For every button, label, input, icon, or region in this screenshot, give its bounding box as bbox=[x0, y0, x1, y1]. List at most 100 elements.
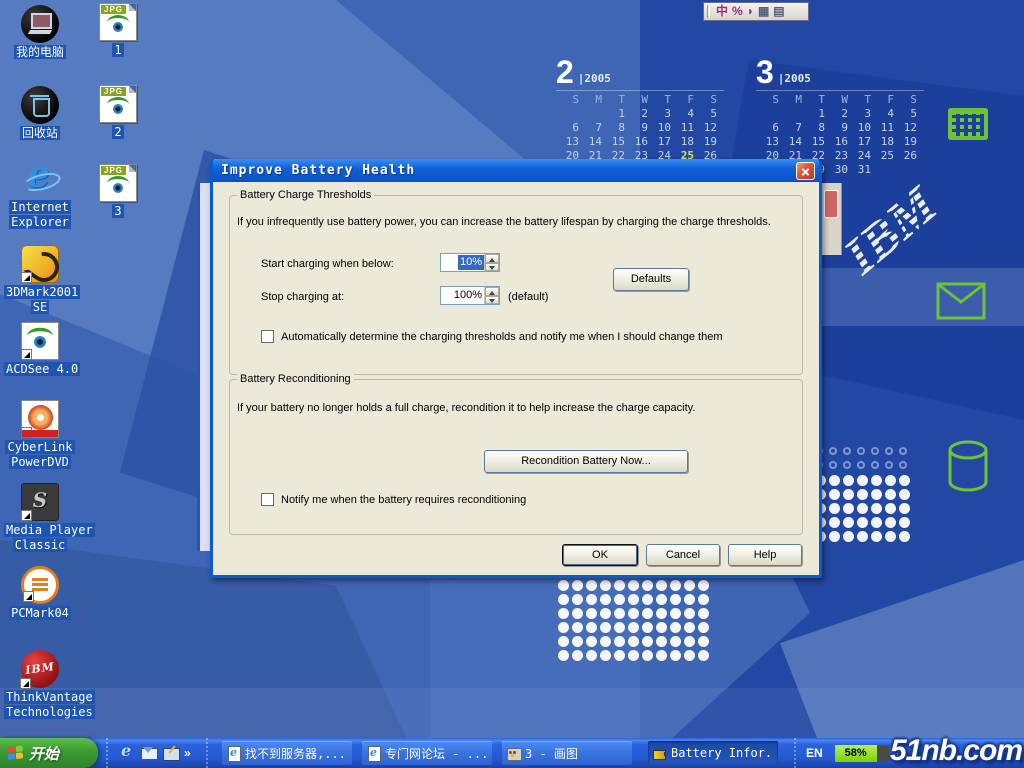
windows-logo-icon bbox=[8, 745, 24, 762]
punctuation-icon[interactable]: ◗ bbox=[747, 3, 754, 20]
calendar-day: 3 bbox=[648, 107, 671, 121]
ie-page-icon bbox=[226, 746, 241, 761]
desktop-icon-my-computer[interactable]: 我的电脑 bbox=[4, 5, 76, 60]
calendar-day: 17 bbox=[648, 135, 671, 149]
battery-meter[interactable]: 58% bbox=[835, 745, 889, 762]
calendar-day: 5 bbox=[694, 107, 717, 121]
mpc-icon: S bbox=[21, 483, 59, 521]
calendar-day bbox=[756, 107, 779, 121]
desktop-icon-acdsee[interactable]: ACDSee 4.0 bbox=[4, 322, 76, 377]
calendar-day: 12 bbox=[694, 121, 717, 135]
my-computer-icon bbox=[21, 5, 59, 43]
close-icon[interactable] bbox=[796, 162, 815, 180]
language-indicator[interactable]: EN bbox=[806, 746, 823, 760]
calendar-day: 18 bbox=[871, 135, 894, 149]
quicklaunch-mail-icon[interactable] bbox=[140, 744, 158, 762]
desktop-icon-jpg-1[interactable]: JPG1 bbox=[82, 3, 154, 58]
jpg-file-icon: JPG bbox=[99, 85, 137, 123]
help-button[interactable]: Help bbox=[728, 544, 802, 566]
defaults-button[interactable]: Defaults bbox=[613, 268, 689, 291]
ok-button[interactable]: OK bbox=[562, 544, 638, 566]
auto-determine-checkbox[interactable] bbox=[261, 330, 274, 343]
start-charging-spinner[interactable]: 10% bbox=[440, 253, 500, 272]
stop-charging-value[interactable]: 100% bbox=[441, 287, 484, 304]
desktop-icon-powerdvd[interactable]: CyberLinkPowerDVD bbox=[4, 400, 76, 470]
notify-reconditioning-checkbox[interactable] bbox=[261, 493, 274, 506]
quicklaunch-ie-icon[interactable] bbox=[118, 744, 136, 762]
calendar-day: 7 bbox=[579, 121, 602, 135]
ime-grip[interactable] bbox=[707, 5, 710, 18]
start-button-label: 开始 bbox=[29, 743, 59, 764]
calendar-day: 9 bbox=[625, 121, 648, 135]
notify-reconditioning-checkbox-label: Notify me when the battery requires reco… bbox=[281, 494, 526, 506]
desktop-icon-3dmark[interactable]: 3DMark2001SE bbox=[4, 245, 76, 315]
stop-charging-spinner[interactable]: 100% bbox=[440, 286, 500, 305]
task-label: 3 - 画图 bbox=[525, 745, 578, 762]
calendar-day: 8 bbox=[802, 121, 825, 135]
dialog-title: Improve Battery Health bbox=[221, 163, 796, 178]
desktop-icon-label: 1 bbox=[82, 43, 154, 58]
desktop-icon-label: 3DMark2001SE bbox=[4, 285, 76, 315]
calendar-day: 2 bbox=[825, 107, 848, 121]
acdsee-icon bbox=[21, 322, 59, 360]
spin-down-icon[interactable] bbox=[485, 296, 499, 305]
calendar-day: 19 bbox=[694, 135, 717, 149]
wallpaper-keypad-icon bbox=[948, 108, 988, 140]
group1-description: If you infrequently use battery power, y… bbox=[237, 216, 771, 228]
calendar-day: 7 bbox=[779, 121, 802, 135]
desktop-icon-jpg-2[interactable]: JPG2 bbox=[82, 85, 154, 140]
tray-status-icon[interactable] bbox=[897, 749, 906, 758]
desktop-icon-label: CyberLinkPowerDVD bbox=[4, 440, 76, 470]
calendar-day: 4 bbox=[671, 107, 694, 121]
spin-up-icon[interactable] bbox=[485, 254, 499, 263]
calendar-day: 12 bbox=[894, 121, 917, 135]
task-label: Battery Infor... bbox=[671, 746, 774, 760]
desktop-icon-label: Media PlayerClassic bbox=[4, 523, 76, 553]
taskbar-task-2[interactable]: 专门网论坛 - ... bbox=[362, 741, 492, 765]
calendar-year: |2005 bbox=[578, 72, 611, 85]
desktop-icon-recycle-bin[interactable]: 回收站 bbox=[4, 86, 76, 141]
desktop-icon-pcmark[interactable]: PCMark04 bbox=[4, 566, 76, 621]
recondition-battery-button[interactable]: Recondition Battery Now... bbox=[484, 450, 688, 473]
taskbar-task-1[interactable]: 找不到服务器,... bbox=[222, 741, 352, 765]
calendar-day bbox=[579, 107, 602, 121]
soft-keyboard-icon[interactable]: ▦ bbox=[758, 3, 769, 20]
calendar-day: 11 bbox=[871, 121, 894, 135]
start-charging-label: Start charging when below: bbox=[261, 258, 394, 270]
calendar-day: 4 bbox=[871, 107, 894, 121]
spin-down-icon[interactable] bbox=[485, 263, 499, 272]
calendar-day bbox=[556, 107, 579, 121]
ime-language-bar[interactable]: 中%◗▦▤ bbox=[703, 2, 809, 21]
width-mode-icon[interactable]: % bbox=[732, 3, 743, 20]
desktop-icon-label: ThinkVantageTechnologies bbox=[4, 690, 76, 720]
chinese-input-icon[interactable]: 中 bbox=[716, 3, 728, 20]
show-desktop-icon[interactable] bbox=[162, 744, 180, 762]
quicklaunch-overflow-chevron[interactable]: » bbox=[184, 746, 191, 760]
calendar-day: 8 bbox=[602, 121, 625, 135]
calendar-day: 3 bbox=[848, 107, 871, 121]
desktop-icon-mpc[interactable]: SMedia PlayerClassic bbox=[4, 483, 76, 553]
cancel-button[interactable]: Cancel bbox=[646, 544, 720, 566]
calendar-month-number: 3 bbox=[756, 56, 774, 88]
ime-menu-icon[interactable]: ▤ bbox=[773, 3, 784, 20]
spin-up-icon[interactable] bbox=[485, 287, 499, 296]
taskbar-task-3[interactable]: 3 - 画图 bbox=[502, 741, 632, 765]
improve-battery-health-dialog: Improve Battery Health Battery Charge Th… bbox=[210, 159, 822, 578]
calendar-day: 30 bbox=[825, 163, 848, 177]
desktop-icon-jpg-3[interactable]: JPG3 bbox=[82, 164, 154, 219]
notify-reconditioning-checkbox-row[interactable]: Notify me when the battery requires reco… bbox=[261, 493, 661, 506]
calendar-day: 19 bbox=[894, 135, 917, 149]
dialog-title-bar[interactable]: Improve Battery Health bbox=[213, 159, 819, 182]
desktop-icon-label: 回收站 bbox=[4, 126, 76, 141]
desktop-icon-label: ACDSee 4.0 bbox=[4, 362, 76, 377]
desktop-icon-ie[interactable]: InternetExplorer bbox=[4, 160, 76, 230]
taskbar-task-4[interactable]: Battery Infor... bbox=[648, 741, 778, 765]
desktop-icon-label: PCMark04 bbox=[4, 606, 76, 621]
desktop-icon-thinkvantage[interactable]: IBMThinkVantageTechnologies bbox=[4, 650, 76, 720]
start-charging-value[interactable]: 10% bbox=[458, 255, 484, 270]
shortcut-arrow-icon bbox=[21, 272, 32, 283]
jpg-file-icon: JPG bbox=[99, 164, 137, 202]
battery-icon bbox=[652, 746, 667, 761]
start-button[interactable]: 开始 bbox=[0, 738, 98, 768]
auto-determine-checkbox-row[interactable]: Automatically determine the charging thr… bbox=[261, 330, 781, 343]
